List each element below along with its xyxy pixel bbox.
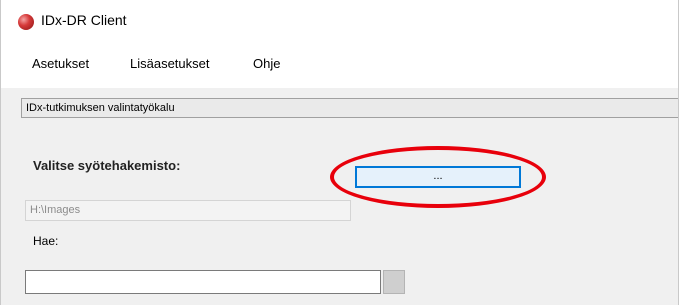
tool-panel: IDx-tutkimuksen valintatyökalu Valitse s… (1, 88, 678, 305)
app-window: IDx-DR Client Asetukset Lisäasetukset Oh… (0, 0, 679, 305)
search-button[interactable] (383, 270, 405, 294)
app-icon (18, 14, 34, 30)
menu-bar: Asetukset Lisäasetukset Ohje (1, 56, 678, 78)
window-title: IDx-DR Client (41, 12, 127, 28)
input-directory-field: H:\Images (25, 200, 351, 221)
tool-header: IDx-tutkimuksen valintatyökalu (21, 98, 678, 118)
search-input[interactable] (25, 270, 381, 294)
input-directory-label: Valitse syötehakemisto: (33, 158, 181, 173)
tool-header-label: IDx-tutkimuksen valintatyökalu (26, 102, 175, 114)
title-bar: IDx-DR Client (1, 0, 678, 38)
search-label: Hae: (33, 234, 59, 248)
menu-ohje[interactable]: Ohje (253, 56, 280, 71)
menu-asetukset[interactable]: Asetukset (32, 56, 89, 71)
browse-directory-button[interactable]: ... (355, 166, 521, 188)
menu-lisaasetukset[interactable]: Lisäasetukset (130, 56, 210, 71)
